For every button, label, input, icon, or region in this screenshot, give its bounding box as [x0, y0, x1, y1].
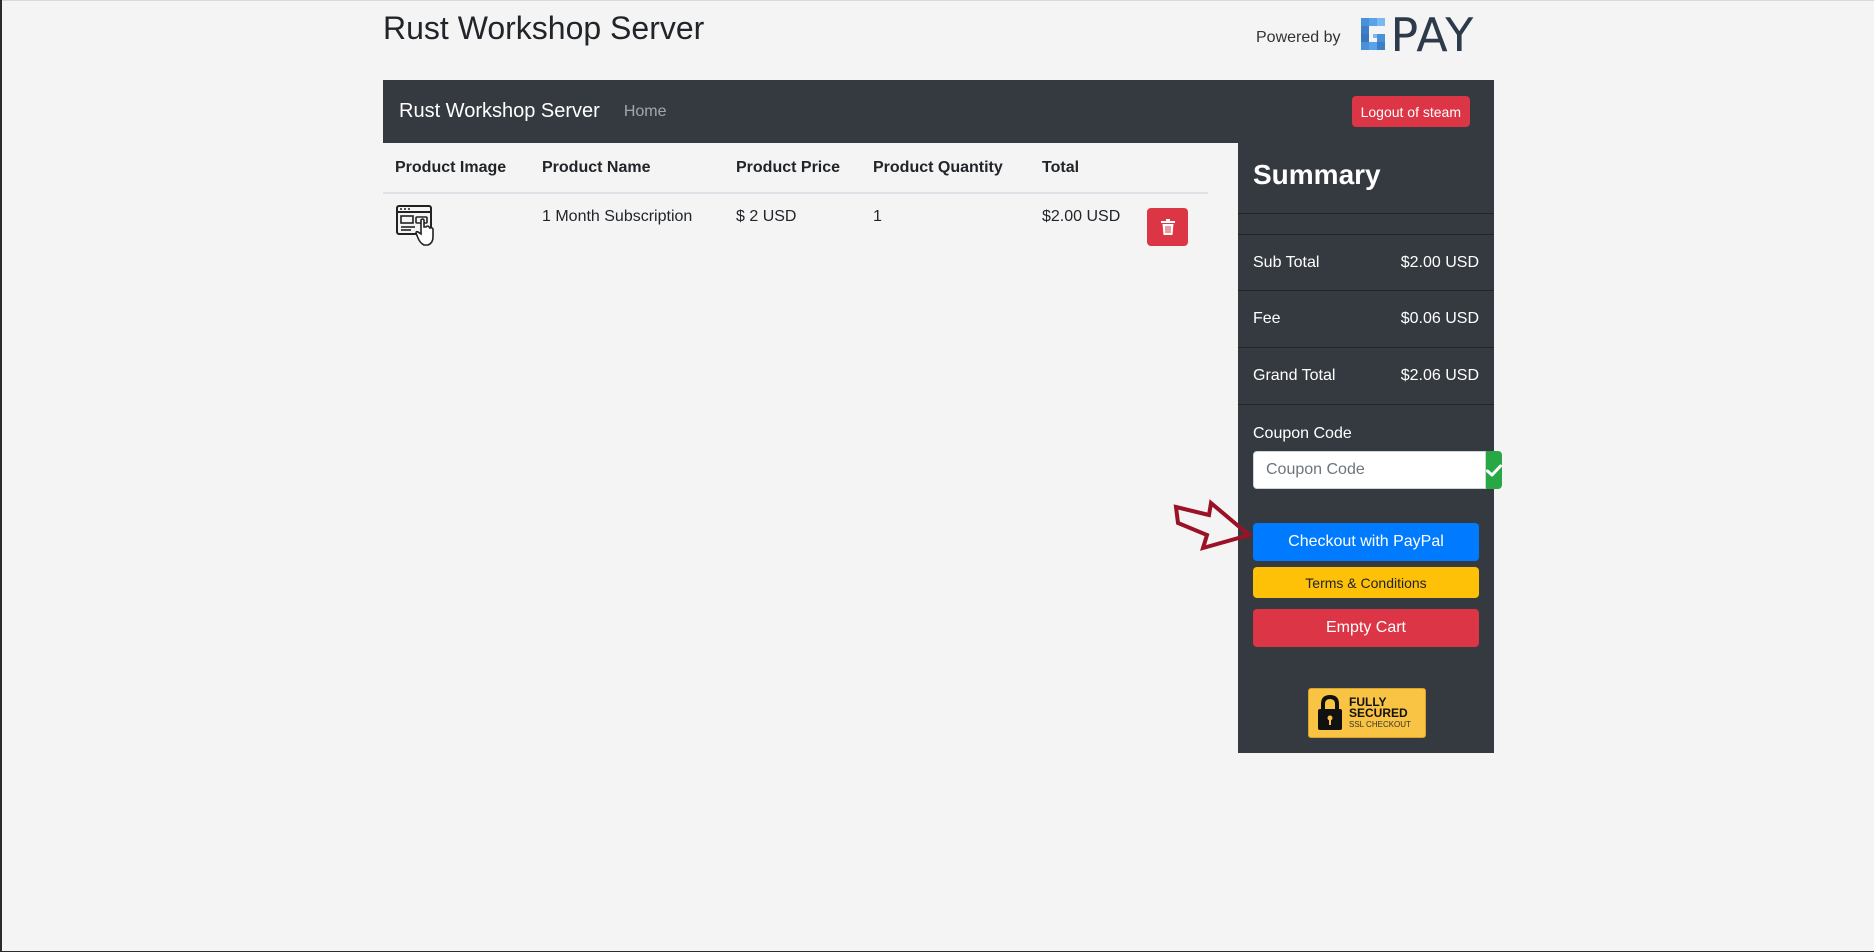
product-total: $2.00 USD — [1042, 208, 1121, 225]
gpay-logo-text: PAY — [1390, 8, 1475, 62]
fee-label: Fee — [1253, 310, 1281, 327]
web-click-icon — [396, 205, 434, 246]
fee-row: Fee $0.06 USD — [1238, 291, 1494, 348]
product-name: 1 Month Subscription — [542, 208, 693, 225]
ssl-badge-text: FULLY SECURED SSL CHECKOUT — [1349, 696, 1411, 730]
checkmark-icon — [1486, 464, 1502, 476]
product-quantity: 1 — [873, 208, 882, 225]
window-top-border — [0, 0, 1874, 1]
apply-coupon-button[interactable] — [1486, 451, 1502, 489]
grand-total-label: Grand Total — [1253, 367, 1336, 384]
summary-title: Summary — [1238, 143, 1494, 214]
checkout-paypal-button[interactable]: Checkout with PayPal — [1253, 523, 1479, 561]
padlock-icon — [1318, 695, 1342, 730]
terms-button[interactable]: Terms & Conditions — [1253, 567, 1479, 598]
product-price: $ 2 USD — [736, 208, 797, 225]
fee-value: $0.06 USD — [1400, 310, 1479, 327]
empty-cart-button[interactable]: Empty Cart — [1253, 609, 1479, 647]
remove-item-button[interactable] — [1147, 208, 1188, 246]
product-image-cell — [383, 193, 530, 272]
navbar-brand[interactable]: Rust Workshop Server — [399, 100, 600, 123]
window-left-border — [0, 0, 2, 952]
gpay-g-icon — [1360, 18, 1385, 50]
table-row: 1 Month Subscription $ 2 USD 1 $2.00 USD — [383, 193, 1208, 272]
actions-cell — [1135, 193, 1208, 272]
summary-panel: Summary Sub Total $2.00 USD Fee $0.06 US… — [1238, 143, 1502, 753]
powered-by: Powered by PAY — [1256, 12, 1474, 58]
ssl-badge-line3: SSL CHECKOUT — [1349, 719, 1411, 729]
coupon-label: Coupon Code — [1253, 425, 1352, 442]
powered-by-label: Powered by — [1256, 29, 1341, 46]
column-header-product-name: Product Name — [530, 143, 724, 194]
column-header-total: Total — [1030, 143, 1135, 194]
page-title: Rust Workshop Server — [383, 10, 705, 46]
annotation-arrow-icon — [1173, 499, 1253, 551]
ssl-badge-line2: SECURED — [1349, 705, 1408, 720]
coupon-input[interactable] — [1253, 451, 1486, 489]
sub-total-label: Sub Total — [1253, 253, 1320, 271]
cart-table: Product Image Product Name Product Price… — [383, 143, 1208, 272]
ssl-secured-badge: FULLY SECURED SSL CHECKOUT — [1308, 688, 1426, 738]
navbar: Rust Workshop Server Home Logout of stea… — [383, 80, 1494, 143]
gpay-logo: PAY — [1359, 12, 1475, 58]
logout-button[interactable]: Logout of steam — [1351, 96, 1470, 127]
sub-total-row: Sub Total $2.00 USD — [1238, 234, 1494, 291]
sub-total-value: $2.00 USD — [1400, 253, 1479, 271]
cart-table-header: Product Image Product Name Product Price… — [383, 143, 1208, 194]
column-header-actions — [1135, 143, 1208, 194]
coupon-group — [1253, 451, 1502, 489]
column-header-product-quantity: Product Quantity — [861, 143, 1030, 194]
trash-icon — [1160, 219, 1175, 235]
column-header-product-price: Product Price — [724, 143, 861, 194]
column-header-product-image: Product Image — [383, 143, 530, 194]
nav-home-link[interactable]: Home — [624, 103, 667, 121]
grand-total-value: $2.06 USD — [1400, 367, 1479, 384]
grand-total-row: Grand Total $2.06 USD — [1238, 348, 1494, 405]
